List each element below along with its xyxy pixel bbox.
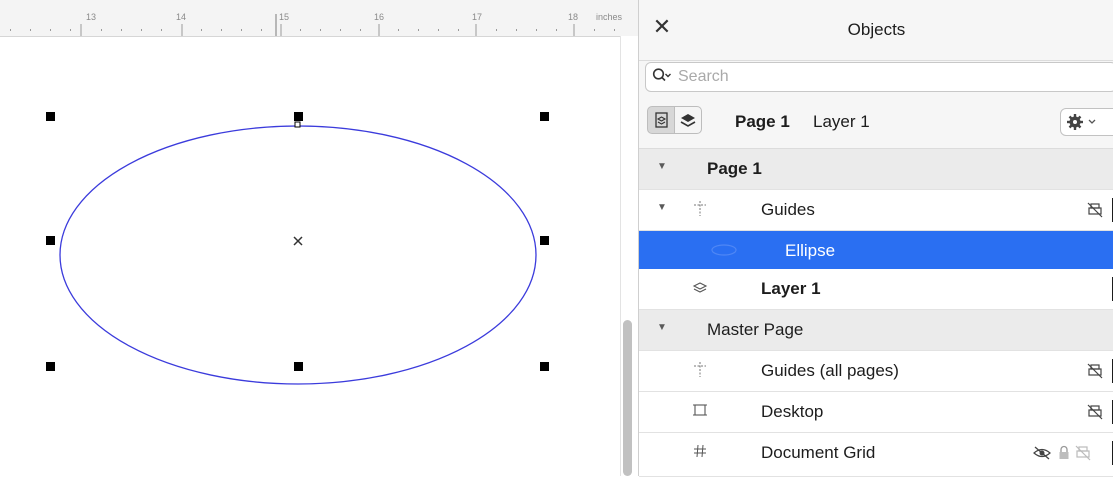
ellipse-shape[interactable] bbox=[59, 125, 537, 385]
tree-label: Guides (all pages) bbox=[761, 361, 899, 380]
panel-header: ✕ Objects bbox=[639, 0, 1113, 61]
page-layers-icon bbox=[655, 112, 668, 128]
tree-label: Guides bbox=[761, 200, 815, 219]
tree-label: Layer 1 bbox=[761, 279, 821, 298]
drawing-canvas[interactable]: 13 14 15 16 17 18 inches bbox=[0, 0, 638, 476]
selection-handle-right[interactable] bbox=[540, 236, 549, 245]
objects-toolbar: Page 1 Layer 1 bbox=[639, 98, 1113, 149]
ellipse-node[interactable] bbox=[294, 121, 301, 128]
search-input[interactable] bbox=[676, 65, 1100, 89]
tree-label: Page 1 bbox=[707, 159, 762, 178]
current-page-label: Page 1 bbox=[735, 112, 790, 131]
layer-icon bbox=[691, 278, 709, 296]
tree-row-guides-all-pages[interactable]: Guides (all pages) bbox=[639, 351, 1113, 392]
collapse-triangle-icon[interactable]: ▼ bbox=[657, 160, 671, 174]
search-box[interactable] bbox=[645, 62, 1113, 92]
layer-view-toggle[interactable] bbox=[674, 106, 702, 134]
center-mark bbox=[293, 236, 303, 246]
panel-options-button[interactable] bbox=[1060, 108, 1113, 136]
objects-panel: ✕ Objects Page 1 Layer 1 bbox=[638, 0, 1113, 477]
print-disabled-icon[interactable] bbox=[1086, 403, 1104, 421]
tree-row-layer-1[interactable]: Layer 1 bbox=[639, 269, 1113, 310]
tree-row-document-grid[interactable]: Document Grid bbox=[639, 433, 1113, 477]
layers-icon bbox=[680, 114, 696, 127]
desktop-frame-icon bbox=[691, 401, 709, 419]
search-icon[interactable] bbox=[652, 67, 672, 90]
page-view-toggle[interactable] bbox=[647, 106, 675, 134]
tree-row-desktop[interactable]: Desktop bbox=[639, 392, 1113, 433]
selection-handle-top-right[interactable] bbox=[540, 112, 549, 121]
tree-label: Desktop bbox=[761, 402, 824, 421]
collapse-triangle-icon[interactable]: ▼ bbox=[657, 201, 671, 215]
visibility-hidden-icon[interactable] bbox=[1032, 444, 1051, 462]
tree-label: Document Grid bbox=[761, 443, 876, 462]
print-disabled-icon[interactable] bbox=[1086, 362, 1104, 380]
guides-icon bbox=[691, 360, 709, 378]
selection-handle-top[interactable] bbox=[294, 112, 303, 121]
tree-label: Master Page bbox=[707, 320, 804, 339]
vertical-scrollbar-thumb[interactable] bbox=[623, 320, 632, 476]
selection-handle-left[interactable] bbox=[46, 236, 55, 245]
tree-row-ellipse[interactable]: Ellipse bbox=[639, 231, 1113, 272]
drawing-surface[interactable] bbox=[0, 0, 620, 476]
selection-handle-top-left[interactable] bbox=[46, 112, 55, 121]
print-disabled-icon[interactable] bbox=[1074, 444, 1092, 462]
tree-row-master-page[interactable]: ▼ Master Page bbox=[639, 310, 1113, 351]
panel-title: Objects bbox=[847, 20, 906, 39]
gear-icon bbox=[1067, 114, 1096, 130]
ellipse-thumbnail-icon bbox=[709, 242, 737, 260]
print-disabled-icon[interactable] bbox=[1086, 201, 1104, 219]
grid-icon bbox=[691, 442, 709, 460]
collapse-triangle-icon[interactable]: ▼ bbox=[657, 321, 671, 335]
tree-label: Ellipse bbox=[785, 241, 836, 260]
selection-handle-bottom-left[interactable] bbox=[46, 362, 55, 371]
lock-icon[interactable] bbox=[1057, 444, 1075, 462]
current-layer-label: Layer 1 bbox=[813, 112, 870, 131]
tree-row-guides[interactable]: ▼ Guides bbox=[639, 190, 1113, 231]
tree-row-page-1[interactable]: ▼ Page 1 bbox=[639, 149, 1113, 190]
selection-handle-bottom-right[interactable] bbox=[540, 362, 549, 371]
guides-icon bbox=[691, 199, 709, 217]
selection-handle-bottom[interactable] bbox=[294, 362, 303, 371]
